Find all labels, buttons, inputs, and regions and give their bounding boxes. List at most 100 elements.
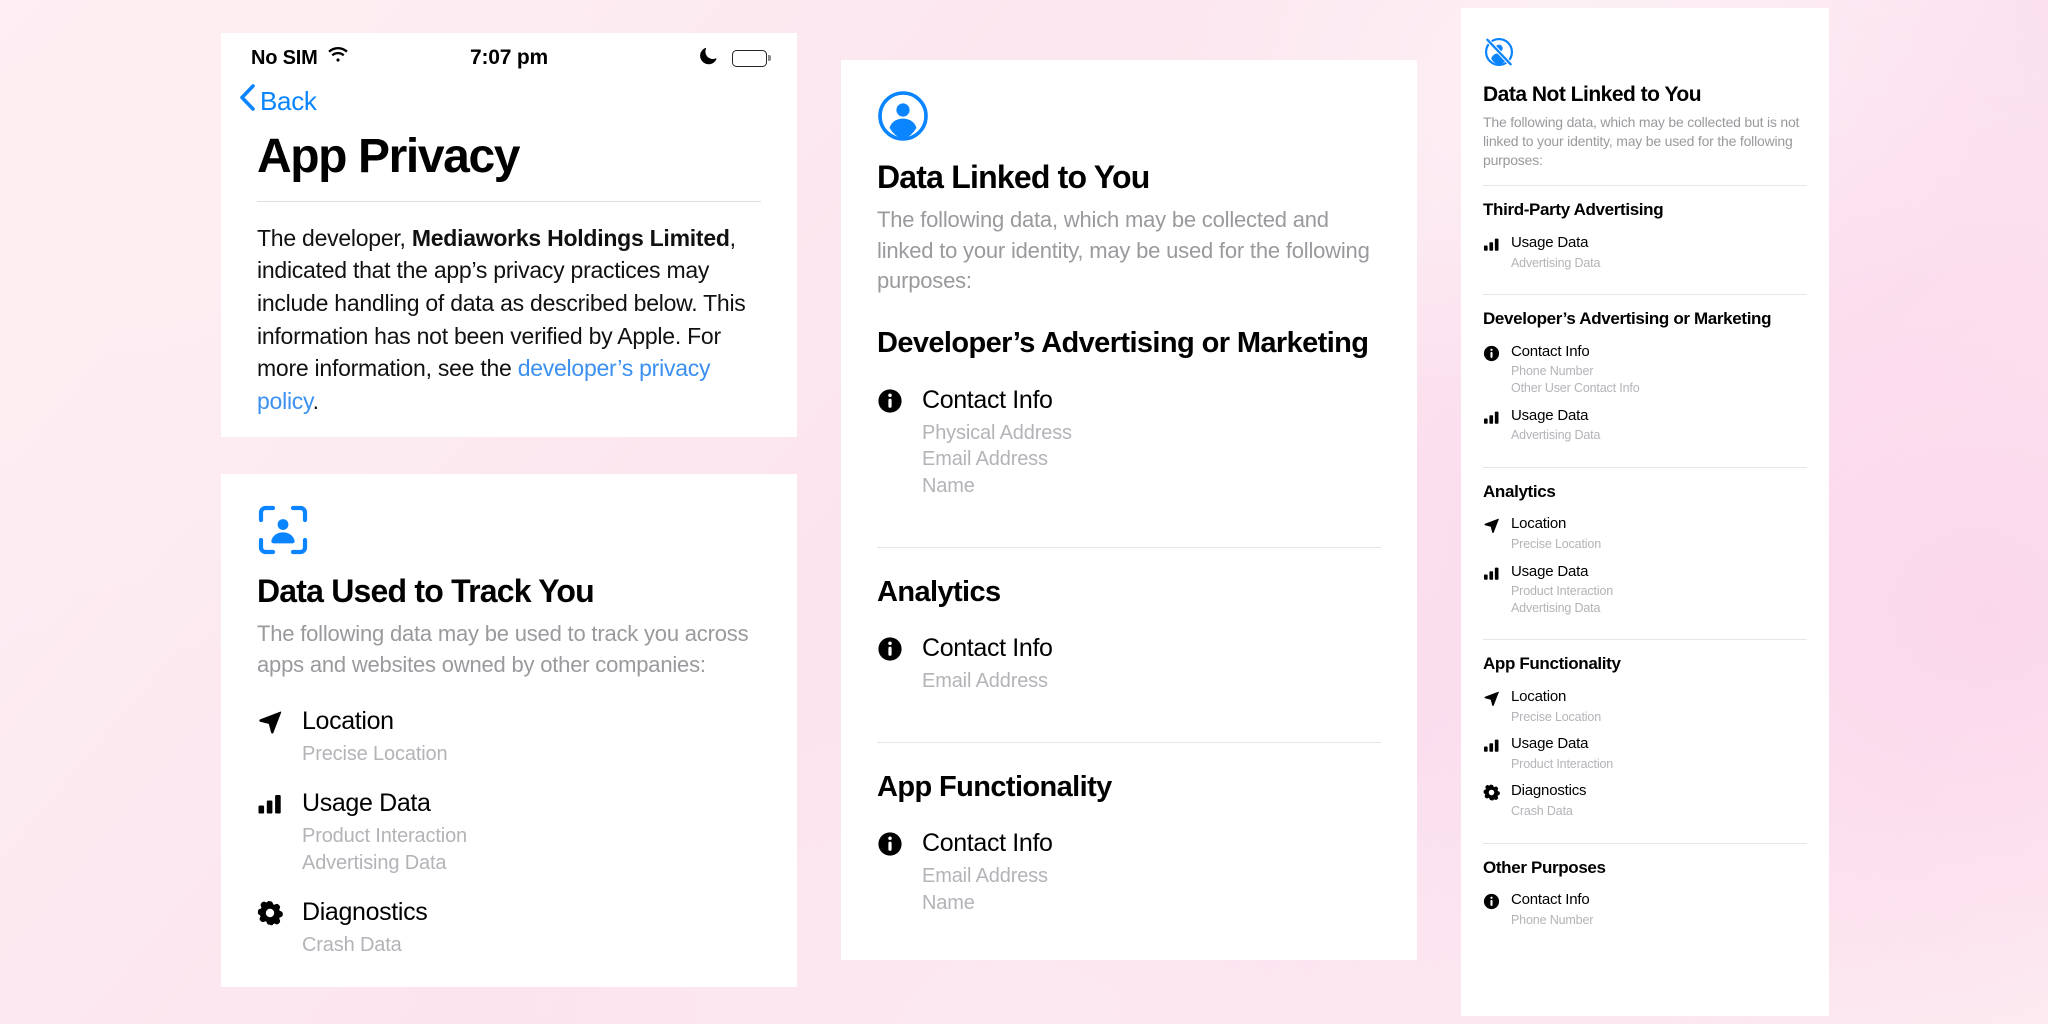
data-item-details: Product Interaction Advertising Data xyxy=(1511,583,1807,616)
group-divider xyxy=(1483,466,1807,468)
purpose-group-title: App Functionality xyxy=(1483,654,1621,674)
group-divider xyxy=(877,546,1381,548)
data-item-details: Crash Data xyxy=(1511,803,1807,820)
data-not-linked-to-you-card: Data Not Linked to You The following dat… xyxy=(1461,8,1829,1016)
data-used-to-track-you-card: Data Used to Track You The following dat… xyxy=(221,474,797,987)
item-spacer xyxy=(1511,444,1807,452)
data-item-details: Precise Location xyxy=(1511,536,1807,553)
data-item-detail: Name xyxy=(922,892,975,915)
data-item-label: Location xyxy=(1511,515,1567,533)
chevron-left-icon xyxy=(239,84,255,118)
data-item-details: Precise Location xyxy=(302,741,761,768)
data-item-label: Location xyxy=(1511,687,1567,705)
data-item-detail: Precise Location xyxy=(1511,536,1602,551)
data-item-detail: Crash Data xyxy=(1511,804,1573,819)
app-privacy-header-card: No SIM 7:07 pm Back App Privacy The deve… xyxy=(221,33,797,437)
carrier-label: No SIM xyxy=(251,46,318,69)
wifi-icon xyxy=(327,46,349,70)
data-item-detail: Advertising Data xyxy=(1511,600,1601,615)
data-item: Location Precise Location xyxy=(257,706,761,785)
item-spacer xyxy=(1511,397,1807,405)
person-circle-icon xyxy=(877,90,1381,147)
info-circle-icon xyxy=(1483,891,1503,910)
data-item-detail: Advertising Data xyxy=(302,852,447,875)
data-item-details: Physical Address Email Address Name xyxy=(922,420,1381,500)
data-item-body: Location Precise Location xyxy=(1511,515,1807,560)
data-item-body: Diagnostics Crash Data xyxy=(302,897,761,976)
data-item-body: Location Precise Location xyxy=(1511,688,1807,733)
track-section-header: Data Used to Track You The following dat… xyxy=(221,474,797,680)
data-item-label: Usage Data xyxy=(1511,406,1589,424)
usage-bars-icon xyxy=(1483,735,1503,754)
data-item-details: Product Interaction Advertising Data xyxy=(302,823,761,877)
gear-icon xyxy=(1483,782,1503,801)
data-item-body: Usage Data Product Interaction Advertising… xyxy=(302,788,761,894)
linked-section-subtitle: The following data, which may be collect… xyxy=(877,206,1370,294)
page-title: App Privacy xyxy=(257,130,520,183)
data-item-details: Product Interaction xyxy=(1511,756,1807,773)
data-item: Usage Data Product Interaction Advertising… xyxy=(1483,563,1807,625)
data-item-label: Diagnostics xyxy=(1511,782,1587,800)
screenshot-stage: No SIM 7:07 pm Back App Privacy The deve… xyxy=(0,0,2048,1024)
data-item-detail: Crash Data xyxy=(302,933,402,956)
data-item-detail: Phone Number xyxy=(1511,364,1594,379)
data-item-detail: Phone Number xyxy=(1511,912,1594,927)
usage-bars-icon xyxy=(257,788,290,817)
title-divider xyxy=(257,200,761,202)
info-circle-icon xyxy=(877,385,910,414)
info-circle-icon xyxy=(877,828,910,857)
data-item: Usage Data Advertising Data xyxy=(1483,407,1807,452)
purpose-group: Analytics Location Precise Location Usage D… xyxy=(1461,482,1829,625)
data-item-detail: Physical Address xyxy=(922,421,1072,444)
data-item: Contact Info Phone Number Other User Conta… xyxy=(1483,343,1807,405)
data-item-body: Contact Info Phone Number Other User Conta… xyxy=(1511,343,1807,405)
purpose-group-title: Developer’s Advertising or Marketing xyxy=(877,327,1369,360)
purpose-group: App Functionality Location Precise Locatio… xyxy=(1461,654,1829,827)
data-item-detail: Other User Contact Info xyxy=(1511,380,1640,395)
purpose-group-items: Contact Info Physical Address Email Addres… xyxy=(877,385,1381,517)
data-item-body: Usage Data Product Interaction Advertising… xyxy=(1511,563,1807,625)
item-spacer xyxy=(1511,725,1807,733)
data-item-details: Phone Number xyxy=(1511,912,1807,929)
data-item-details: Email Address Name xyxy=(922,863,1381,917)
not-linked-section-header: Data Not Linked to You The following dat… xyxy=(1461,8,1829,170)
privacy-intro-paragraph: The developer, Mediaworks Holdings Limit… xyxy=(257,222,761,418)
item-spacer xyxy=(302,768,761,785)
location-arrow-icon xyxy=(1483,688,1503,707)
group-divider xyxy=(1483,294,1807,296)
data-item-detail: Product Interaction xyxy=(302,825,468,848)
intro-text-3: . xyxy=(312,388,319,415)
data-item-label: Contact Info xyxy=(1511,891,1590,909)
data-item-detail: Email Address xyxy=(922,865,1048,888)
data-item-label: Usage Data xyxy=(1511,234,1589,251)
purpose-group-items: Contact Info Phone Number Other User Conta… xyxy=(1483,343,1807,452)
data-item-body: Contact Info Phone Number xyxy=(1511,891,1807,936)
person-circle-slash-icon xyxy=(1483,36,1807,73)
usage-bars-icon xyxy=(1483,563,1503,582)
info-circle-icon xyxy=(877,633,910,662)
data-item-detail: Precise Location xyxy=(1511,709,1602,724)
group-divider xyxy=(1483,842,1807,844)
data-item-details: Advertising Data xyxy=(1511,255,1807,272)
linked-section-title: Data Linked to You xyxy=(877,159,1150,195)
item-spacer xyxy=(302,959,761,976)
back-button[interactable]: Back xyxy=(239,84,317,118)
data-item: Usage Data Advertising Data xyxy=(1483,234,1807,279)
item-spacer xyxy=(302,877,761,894)
data-item-detail: Product Interaction xyxy=(1511,584,1614,599)
data-item-label: Contact Info xyxy=(922,829,1053,858)
data-item-body: Contact Info Email Address Name xyxy=(922,828,1381,934)
navigation-bar: Back xyxy=(221,77,797,125)
purpose-group-items: Contact Info Phone Number xyxy=(1483,891,1807,936)
purpose-group: Third-Party Advertising Usage Data Adverti… xyxy=(1461,200,1829,279)
data-item-details: Email Address xyxy=(922,668,1381,695)
data-item-detail: Precise Location xyxy=(302,743,448,766)
data-item-label: Diagnostics xyxy=(302,897,428,926)
item-spacer xyxy=(1511,553,1807,561)
purpose-group: Developer’s Advertising or Marketing Cont… xyxy=(1461,309,1829,452)
data-item-label: Usage Data xyxy=(1511,735,1589,753)
purpose-group: App Functionality Contact Info Email Addre… xyxy=(841,771,1417,934)
purpose-group: Other Purposes Contact Info Phone Number xyxy=(1461,858,1829,937)
status-bar: No SIM 7:07 pm xyxy=(221,33,797,77)
status-bar-right xyxy=(699,46,767,70)
